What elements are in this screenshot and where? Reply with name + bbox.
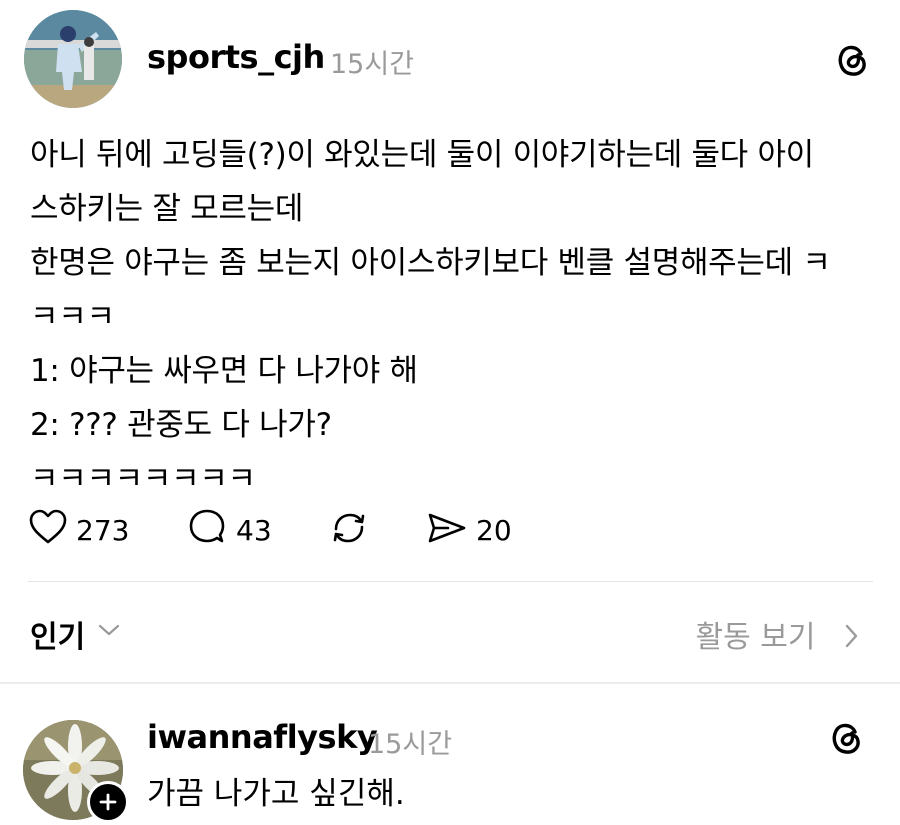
comment-bubble-icon [186, 507, 228, 553]
post-body: 아니 뒤에 고딩들(?)이 와있는데 둘이 이야기하는데 둘다 아이 스하키는 … [30, 128, 870, 506]
share-count: 20 [476, 513, 512, 547]
post-text-line: 1: 야구는 싸우면 다 나가야 해 [30, 353, 418, 389]
post-text-line: ㅋㅋㅋ [30, 299, 115, 335]
share-button[interactable]: 20 [426, 505, 512, 555]
post-header: sports_cjh 15시간 [0, 0, 900, 115]
view-activity-link[interactable]: 활동 보기 [696, 612, 855, 656]
post-time: 15시간 [330, 49, 415, 80]
section-divider [0, 682, 900, 684]
post-text-line: ㅋㅋㅋㅋㅋㅋㅋㅋ [30, 461, 256, 497]
chevron-down-icon[interactable] [98, 622, 120, 641]
divider [28, 581, 873, 582]
threads-icon[interactable] [826, 718, 866, 758]
like-button[interactable]: 273 [28, 505, 129, 555]
post-username[interactable]: sports_cjh [147, 38, 325, 76]
post-text-line: 한명은 야구는 좀 보는지 아이스하키보다 벤클 설명해주는데 ㅋ [30, 245, 831, 281]
like-count: 273 [76, 513, 130, 547]
post-text-line: 아니 뒤에 고딩들(?)이 와있는데 둘이 이야기하는데 둘다 아이 [30, 137, 814, 173]
comment-count: 43 [236, 513, 272, 547]
heart-icon [28, 508, 68, 552]
repost-button[interactable] [328, 505, 370, 555]
reply-item: iwannaflysky 15시간 가끔 나가고 싶긴해. [0, 690, 900, 825]
sort-row: 인기 활동 보기 [0, 600, 900, 662]
view-activity-label: 활동 보기 [695, 620, 816, 655]
send-icon [426, 507, 468, 553]
chevron-right-icon[interactable] [844, 624, 858, 652]
reply-text: 가끔 나가고 싶긴해. [147, 776, 405, 812]
comment-button[interactable]: 43 [186, 505, 272, 555]
avatar[interactable] [24, 10, 122, 108]
post-text-line: 스하키는 잘 모르는데 [30, 191, 304, 227]
threads-icon[interactable] [832, 40, 872, 80]
post-actions: 273 43 20 [28, 505, 628, 555]
post-text-line: 2: ??? 관중도 다 나가? [30, 407, 332, 443]
follow-plus-button[interactable] [87, 781, 129, 823]
repost-icon [328, 507, 370, 553]
plus-icon [99, 793, 117, 811]
reply-username[interactable]: iwannaflysky [147, 718, 378, 756]
reply-time: 15시간 [368, 729, 453, 760]
sort-dropdown-label[interactable]: 인기 [30, 612, 85, 656]
